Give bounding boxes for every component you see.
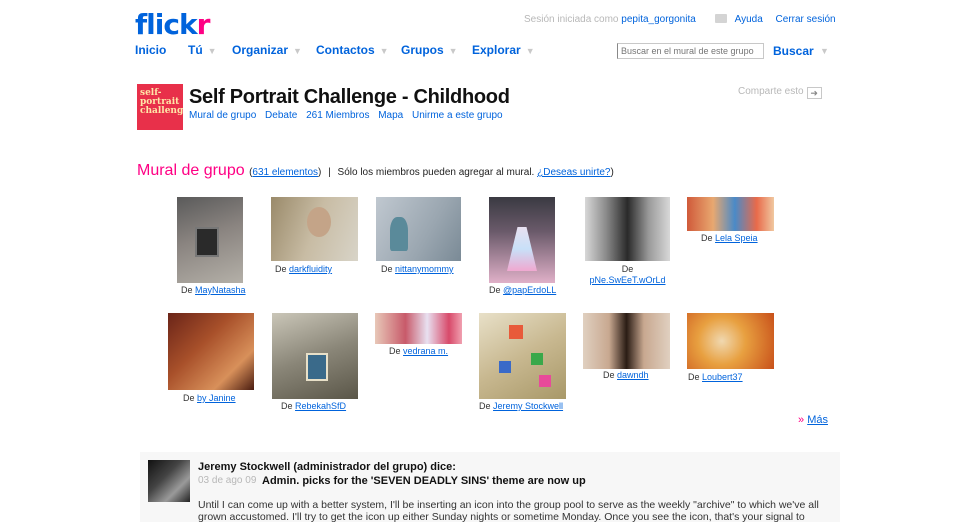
photo-thumbnail[interactable] [375,313,462,344]
photo-thumbnail[interactable] [272,313,358,399]
photo-author-link[interactable]: @papErdoLL [503,285,556,295]
photo-thumbnail[interactable] [585,197,670,261]
double-chevron-right-icon: » [798,414,805,426]
account-bar: Sesión iniciada como pepita_gorgonita Ay… [524,14,836,25]
photo-face [307,207,331,237]
photo-tile-green [531,353,543,365]
group-links: Mural de grupo Debate 261 Miembros Mapa … [189,110,509,121]
mural-count-link[interactable]: 631 elementos [252,167,318,178]
photo-thumbnail[interactable] [271,197,358,261]
share-label: Comparte esto [738,86,804,97]
mail-icon[interactable] [714,14,727,23]
group-link-map[interactable]: Mapa [378,110,403,121]
chevron-down-icon[interactable]: ▼ [820,46,829,56]
photo-device [195,227,219,257]
top-bar: flickr Sesión iniciada como pepita_gorgo… [0,0,973,80]
group-link-debate[interactable]: Debate [265,110,297,121]
mural-title: Mural de grupo [137,162,245,179]
share-button[interactable]: Comparte esto ➜ [738,86,822,99]
share-icon: ➜ [806,87,822,99]
group-title: Self Portrait Challenge - Childhood [189,86,510,108]
signed-in-label: Sesión iniciada como [524,14,619,25]
photo-author-link[interactable]: RebekahSfD [295,401,346,411]
photo-author-link[interactable]: vedrana m. [403,346,448,356]
logout-link[interactable]: Cerrar sesión [776,14,836,25]
chevron-down-icon[interactable]: ▼ [208,46,217,56]
photo-author-link[interactable]: dawndh [617,370,649,380]
photo-caption: De @papErdoLL [489,285,557,295]
photo-author-link[interactable]: pNe.SwEeT.wOrLd [589,275,665,285]
mural-notice: Sólo los miembros pueden agregar al mura… [337,167,535,178]
photo-caption: De by Janine [183,393,236,403]
photo-author-link[interactable]: Jeremy Stockwell [493,401,563,411]
photo-author-link[interactable]: by Janine [197,393,236,403]
photo-author-link[interactable]: MayNatasha [195,285,246,295]
chevron-down-icon[interactable]: ▼ [380,46,389,56]
photo-caption: De darkfluidity [275,264,333,274]
nav-item-inicio[interactable]: Inicio [135,43,166,57]
photo-thumbnail[interactable] [168,313,254,390]
group-link-mural[interactable]: Mural de grupo [189,110,256,121]
photo-thumbnail[interactable] [687,197,774,231]
search-input[interactable] [617,43,764,59]
photo-frame [306,353,328,381]
photo-thumbnail[interactable] [489,197,555,283]
photo-caption: De Jeremy Stockwell [479,401,564,411]
username-link[interactable]: pepita_gorgonita [621,14,696,25]
post-author: Jeremy Stockwell (administrador del grup… [198,461,456,473]
nav-item-explorar[interactable]: Explorar ▼ [472,43,535,57]
post-date: 03 de ago 09 [198,475,257,486]
photo-caption: De pNe.SwEeT.wOrLd [589,264,666,285]
photo-author-link[interactable]: nittanymommy [395,264,454,274]
photo-author-link[interactable]: Loubert37 [702,372,743,382]
photo-thumbnail[interactable] [479,313,566,399]
chevron-down-icon[interactable]: ▼ [449,46,458,56]
avatar[interactable] [148,460,190,502]
photo-caption: De Lela Speia [701,233,758,243]
photo-dress [507,227,537,271]
group-icon-text: self-portrait challenge [140,88,183,116]
join-link[interactable]: ¿Deseas unirte? [537,167,610,178]
photo-thumbnail[interactable] [376,197,461,261]
photo-caption: De MayNatasha [181,285,246,295]
chevron-down-icon[interactable]: ▼ [293,46,302,56]
help-link[interactable]: Ayuda [735,14,763,25]
nav-item-tu[interactable]: Tú ▼ [188,43,217,57]
chevron-down-icon[interactable]: ▼ [526,46,535,56]
photo-thumbnail[interactable] [583,313,670,369]
photo-caption: De Loubert37 [688,372,743,382]
group-link-join[interactable]: Unirme a este grupo [412,110,503,121]
mural-heading: Mural de grupo (631 elementos) | Sólo lo… [137,162,614,179]
nav-item-contactos[interactable]: Contactos ▼ [316,43,389,57]
group-link-members[interactable]: 261 Miembros [306,110,369,121]
more-link[interactable]: » Más [798,414,828,426]
photo-thumbnail[interactable] [687,313,774,369]
photo-tile-pink [539,375,551,387]
photo-author-link[interactable]: darkfluidity [289,264,332,274]
photo-caption: De nittanymommy [381,264,454,274]
nav-item-grupos[interactable]: Grupos ▼ [401,43,458,57]
photo-caption: De RebekahSfD [281,401,347,411]
post-body: Until I can come up with a better system… [198,499,819,522]
flickr-logo[interactable]: flickr [135,8,210,41]
group-icon[interactable]: self-portrait challenge [137,84,183,130]
photo-caption: De vedrana m. [389,346,449,356]
search-button[interactable]: Buscar [773,44,814,58]
photo-caption: De dawndh [603,370,649,380]
photo-author-link[interactable]: Lela Speia [715,233,758,243]
post-title: Admin. picks for the 'SEVEN DEADLY SINS'… [262,475,586,487]
photo-tile-red [509,325,523,339]
nav-item-organizar[interactable]: Organizar ▼ [232,43,302,57]
photo-thumbnail[interactable] [177,197,243,283]
photo-tile-blue [499,361,511,373]
photo-figure [390,217,408,251]
